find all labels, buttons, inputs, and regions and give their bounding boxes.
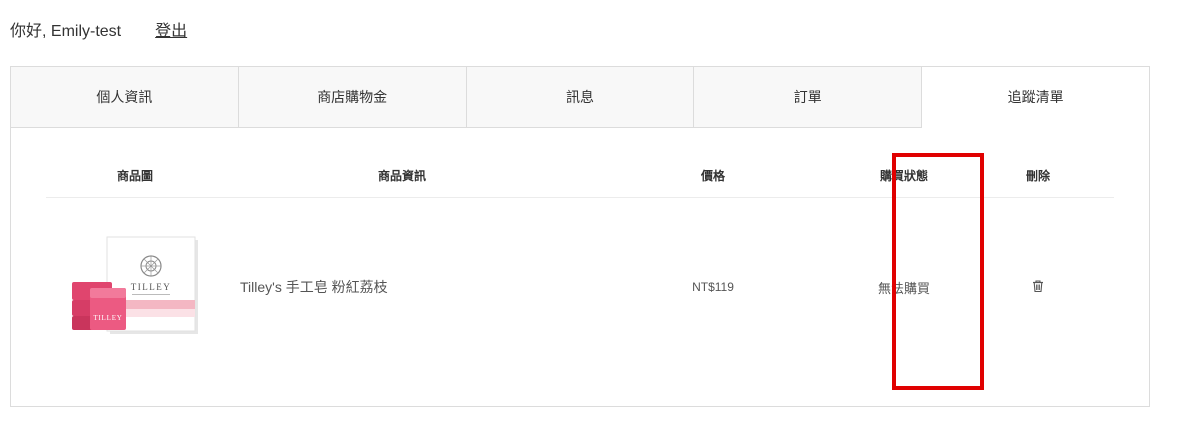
delete-cell — [962, 279, 1114, 296]
column-header-info: 商品資訊 — [377, 168, 426, 183]
tab-messages[interactable]: 訊息 — [466, 67, 695, 128]
user-bar: 你好, Emily-test 登出 — [10, 18, 187, 40]
purchase-status: 無法購買 — [877, 280, 930, 296]
tab-store-credit[interactable]: 商店購物金 — [238, 67, 467, 128]
svg-text:TILLEY: TILLEY — [93, 314, 122, 322]
account-tabs: 個人資訊 商店購物金 訊息 訂單 追蹤清單 — [11, 67, 1149, 128]
column-header-status: 購買狀態 — [879, 168, 928, 183]
table-row: TILLEY TILLEY Tilley's 手工皂 粉紅荔枝 NT$119 無… — [46, 198, 1114, 376]
account-panel: 個人資訊 商店購物金 訊息 訂單 追蹤清單 商品圖 商品資訊 價格 購買狀態 刪… — [10, 66, 1150, 407]
product-brand-text: TILLEY — [131, 282, 172, 292]
tab-orders[interactable]: 訂單 — [694, 67, 923, 128]
product-name[interactable]: Tilley's 手工皂 粉紅荔枝 — [224, 277, 580, 297]
column-header-price: 價格 — [700, 168, 725, 183]
product-image[interactable]: TILLEY TILLEY — [70, 236, 200, 339]
column-header-delete: 刪除 — [1025, 168, 1050, 183]
table-header: 商品圖 商品資訊 價格 購買狀態 刪除 — [46, 153, 1114, 198]
greeting-text: 你好, Emily-test — [10, 23, 122, 40]
tab-profile[interactable]: 個人資訊 — [11, 67, 239, 128]
wishlist-table: 商品圖 商品資訊 價格 購買狀態 刪除 TILLEY TILLEY Tilley… — [46, 153, 1114, 376]
logout-link[interactable]: 登出 — [155, 17, 187, 41]
product-image-cell: TILLEY TILLEY — [46, 236, 224, 339]
column-header-image: 商品圖 — [116, 168, 153, 183]
product-price: NT$119 — [692, 280, 734, 294]
tab-wishlist[interactable]: 追蹤清單 — [922, 67, 1149, 128]
trash-icon[interactable] — [1031, 279, 1045, 296]
